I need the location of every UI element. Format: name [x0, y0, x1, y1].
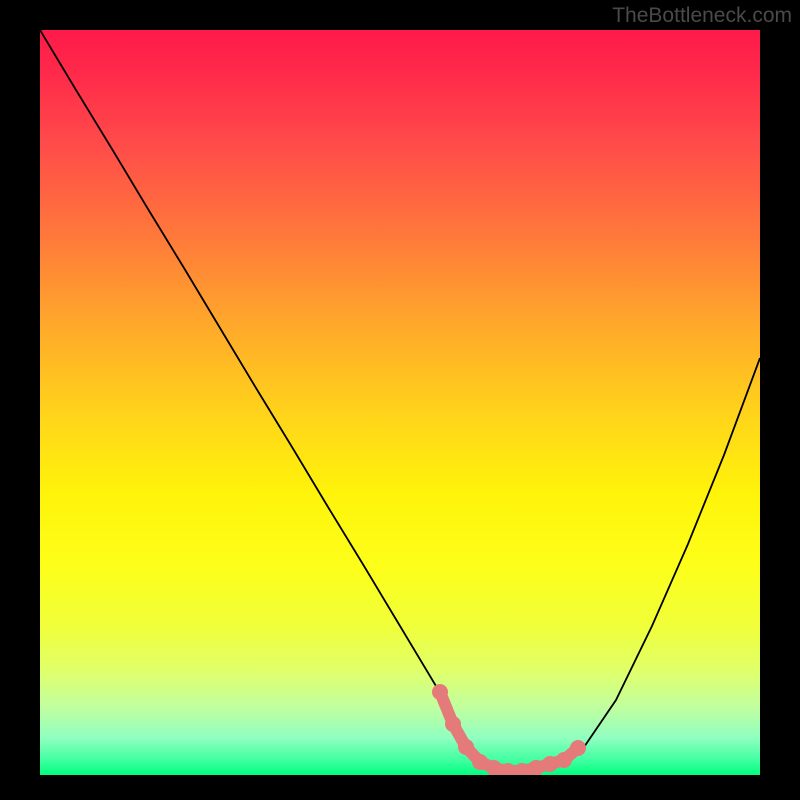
chart-svg	[40, 30, 760, 775]
chart-container: TheBottleneck.com	[0, 0, 800, 800]
plot-area	[40, 30, 760, 775]
optimal-zone-dots	[432, 684, 586, 775]
watermark-text: TheBottleneck.com	[612, 4, 792, 28]
bottleneck-curve-line	[40, 30, 760, 771]
